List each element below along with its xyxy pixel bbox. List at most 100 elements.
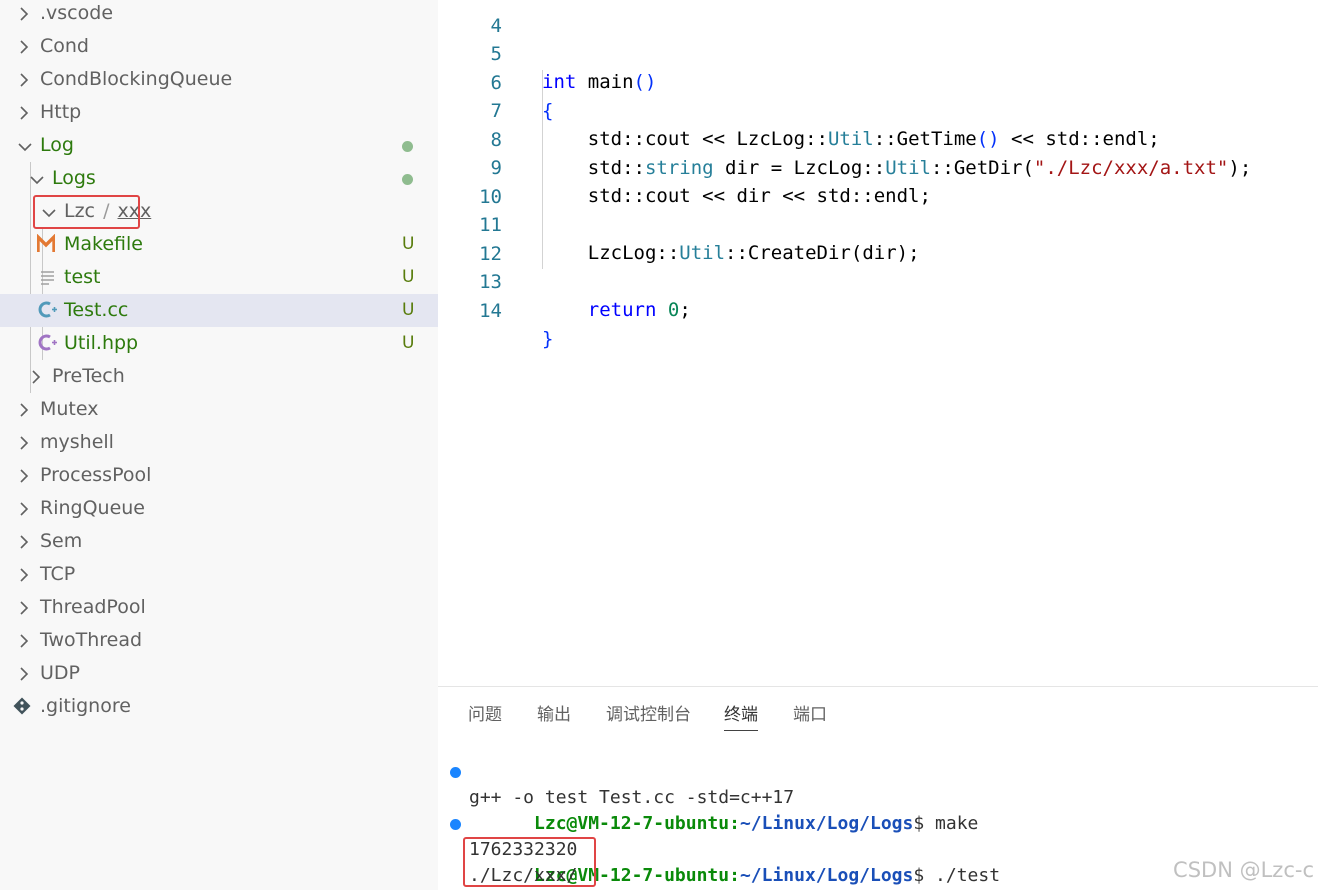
chevron-right-icon: [26, 360, 48, 393]
untracked-badge: U: [402, 300, 415, 320]
tree-folder-ringqueue[interactable]: RingQueue: [0, 492, 438, 525]
chevron-right-icon: [14, 558, 36, 591]
tree-folder-pretech[interactable]: PreTech: [0, 360, 438, 393]
code-line: 4: [438, 0, 1318, 37]
watermark: CSDN @Lzc-c: [1173, 858, 1314, 882]
tree-folder-logs[interactable]: Logs: [0, 162, 438, 195]
code-text: }: [542, 328, 554, 350]
tree-folder-twothread[interactable]: TwoThread: [0, 624, 438, 657]
tab-ports[interactable]: 端口: [793, 703, 827, 731]
code-line: 10: [438, 155, 1318, 208]
tree-label: myshell: [40, 431, 114, 453]
tab-terminal[interactable]: 终端: [724, 703, 758, 731]
chevron-right-icon: [14, 426, 36, 459]
tree-label: Makefile: [64, 233, 143, 255]
code-editor[interactable]: 4 5 int main() 6 { 7 std::cout << LzcLog…: [438, 0, 1318, 686]
chevron-right-icon: [14, 30, 36, 63]
tree-label: TCP: [40, 563, 76, 585]
tree-file-gitignore[interactable]: .gitignore: [0, 690, 438, 723]
code-line: 6 {: [438, 41, 1318, 122]
untracked-badge: U: [402, 267, 415, 287]
tree-folder-sem[interactable]: Sem: [0, 525, 438, 558]
code-line: 11 LzcLog::Util::CreateDir(dir);: [438, 183, 1318, 264]
code-line: 5 int main(): [438, 12, 1318, 93]
tree-folder-myshell[interactable]: myshell: [0, 426, 438, 459]
cpp-header-icon: [38, 327, 60, 360]
chevron-right-icon: [14, 0, 36, 30]
modified-dot-icon: [402, 141, 413, 152]
tree-file-util-hpp[interactable]: Util.hpp U: [0, 327, 438, 360]
tree-label: Logs: [52, 167, 96, 189]
tree-file-makefile[interactable]: Makefile U: [0, 228, 438, 261]
code-token: ;: [679, 299, 691, 321]
prompt-symbol: $: [913, 865, 936, 886]
tab-problems[interactable]: 问题: [468, 703, 502, 731]
tree-label: UDP: [40, 662, 80, 684]
prompt-path: ~/Linux/Log/Logs: [739, 865, 914, 886]
tree-label: TwoThread: [40, 629, 143, 651]
tree-label: .gitignore: [40, 695, 131, 717]
code-line: 12: [438, 212, 1318, 265]
explorer-sidebar: .vscode Cond CondBlockingQueue Http Log …: [0, 0, 438, 890]
tab-debug-console[interactable]: 调试控制台: [606, 703, 691, 731]
code-line: 8 std::string dir = LzcLog::Util::GetDir…: [438, 98, 1318, 179]
git-icon: [12, 690, 34, 723]
tree-label: Sem: [40, 530, 83, 552]
tree-label: .vscode: [40, 2, 114, 24]
chevron-down-icon: [14, 129, 36, 162]
tree-label: CondBlockingQueue: [40, 68, 233, 90]
chevron-right-icon: [14, 63, 36, 96]
code-line: 14 }: [438, 269, 1318, 350]
chevron-right-icon: [14, 591, 36, 624]
terminal-line: Lzc@VM-12-7-ubuntu:~/Linux/Log/Logs$ ./t…: [450, 811, 1000, 886]
tab-output[interactable]: 输出: [537, 703, 571, 731]
tree-folder-http[interactable]: Http: [0, 96, 438, 129]
command-status-dot-icon: [450, 819, 461, 830]
tree-file-test[interactable]: test U: [0, 261, 438, 294]
tree-file-test-cc[interactable]: Test.cc U: [0, 294, 438, 327]
terminal-prompt: Lzc@VM-12-7-ubuntu:~/Linux/Log/Logs$ ./t…: [534, 865, 1000, 886]
highlight-box: [463, 837, 596, 887]
tree-label: PreTech: [52, 365, 125, 387]
tree-folder-tcp[interactable]: TCP: [0, 558, 438, 591]
chevron-right-icon: [14, 459, 36, 492]
code-line: 9 std::cout << dir << std::endl;: [438, 126, 1318, 207]
bottom-panel: 问题 输出 调试控制台 终端 端口 Lzc@VM-12-7-ubuntu:~/L…: [438, 686, 1318, 890]
line-number: 14: [479, 300, 502, 322]
tree-label: Cond: [40, 35, 89, 57]
code-line: 13 return 0;: [438, 240, 1318, 321]
chevron-right-icon: [14, 525, 36, 558]
code-token: 0: [667, 299, 680, 321]
terminal-line: g++ -o test Test.cc -std=c++17: [469, 787, 795, 808]
chevron-right-icon: [14, 492, 36, 525]
modified-dot-icon: [402, 174, 413, 185]
tree-label: ProcessPool: [40, 464, 152, 486]
chevron-right-icon: [14, 624, 36, 657]
command-status-dot-icon: [450, 767, 461, 778]
tree-folder-processpool[interactable]: ProcessPool: [0, 459, 438, 492]
tree-label: ThreadPool: [40, 596, 146, 618]
terminal-command: ./test: [935, 865, 1001, 886]
tree-folder-udp[interactable]: UDP: [0, 657, 438, 690]
tree-folder-mutex[interactable]: Mutex: [0, 393, 438, 426]
tree-folder-condblockingqueue[interactable]: CondBlockingQueue: [0, 63, 438, 96]
tree-label: test: [64, 266, 101, 288]
tree-label: Log: [40, 134, 74, 156]
tree-folder-cond[interactable]: Cond: [0, 30, 438, 63]
code-line: 7 std::cout << LzcLog::Util::GetTime() <…: [438, 69, 1318, 150]
chevron-down-icon: [26, 162, 48, 195]
cpp-file-icon: [38, 294, 60, 327]
tree-folder-threadpool[interactable]: ThreadPool: [0, 591, 438, 624]
tree-label: RingQueue: [40, 497, 146, 519]
prompt-colon: :: [729, 865, 740, 886]
tree-folder-vscode[interactable]: .vscode: [0, 0, 438, 30]
code-token: return: [587, 299, 657, 321]
tree-label: Test.cc: [64, 299, 129, 321]
makefile-icon: [37, 228, 59, 261]
chevron-right-icon: [14, 657, 36, 690]
highlight-box: [33, 195, 140, 229]
chevron-right-icon: [14, 96, 36, 129]
tree-label: Mutex: [40, 398, 99, 420]
tree-folder-log[interactable]: Log: [0, 129, 438, 162]
